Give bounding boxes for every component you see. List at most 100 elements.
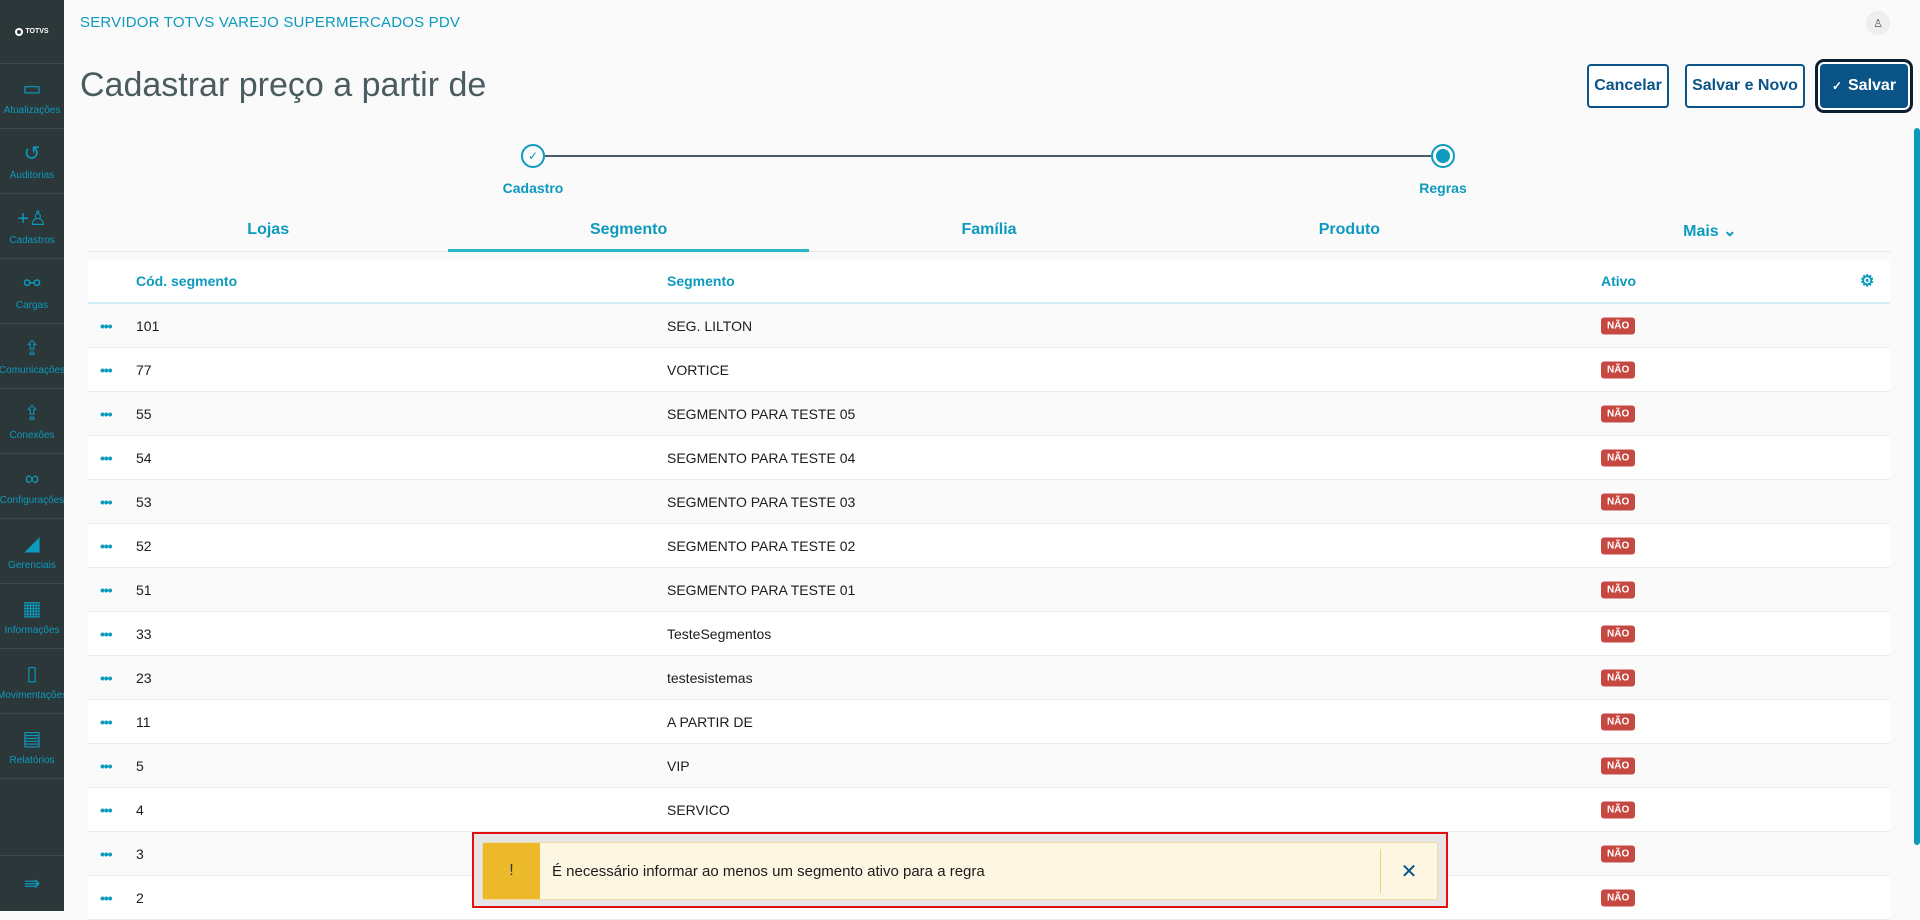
row-actions-more-icon[interactable]: ••• xyxy=(100,890,113,906)
status-badge: NÃO xyxy=(1601,757,1636,774)
sidebar-item-label: Gerenciais xyxy=(8,559,56,571)
cell-cod: 101 xyxy=(136,317,160,334)
table-row[interactable]: ••• 52 SEGMENTO PARA TESTE 02 NÃO xyxy=(88,524,1890,568)
check-icon: ✓ xyxy=(1831,79,1842,93)
cell-cod: 33 xyxy=(136,625,152,642)
sidebar-item[interactable]: ▭ Atualizações xyxy=(0,64,64,129)
cell-segmento: VORTICE xyxy=(667,361,729,378)
warning-toast: ! É necessário informar ao menos um segm… xyxy=(482,842,1438,900)
cell-cod: 5 xyxy=(136,757,144,774)
tab-familia[interactable]: Família xyxy=(809,208,1169,251)
tab-bar: Lojas Segmento Família Produto Mais ⌄ xyxy=(88,208,1890,252)
col-segmento[interactable]: Segmento xyxy=(667,273,735,289)
sidebar-item[interactable]: ∞ Configurações xyxy=(0,454,64,519)
stepper-line xyxy=(545,155,1431,157)
save-button[interactable]: ✓ Salvar xyxy=(1820,64,1908,108)
sidebar-item[interactable]: ⇪ Comunicações xyxy=(0,324,64,389)
cell-segmento: VIP xyxy=(667,757,690,774)
status-badge: NÃO xyxy=(1601,493,1636,510)
table-row[interactable]: ••• 51 SEGMENTO PARA TESTE 01 NÃO xyxy=(88,568,1890,612)
sidebar-item-label: Cadastros xyxy=(9,234,55,246)
step-done-check-icon[interactable]: ✓ xyxy=(521,144,545,168)
row-actions-more-icon[interactable]: ••• xyxy=(100,538,113,554)
cell-cod: 4 xyxy=(136,801,144,818)
tab-lojas[interactable]: Lojas xyxy=(88,208,448,251)
row-actions-more-icon[interactable]: ••• xyxy=(100,802,113,818)
table-row[interactable]: ••• 101 SEG. LILTON NÃO xyxy=(88,304,1890,348)
row-actions-more-icon[interactable]: ••• xyxy=(100,582,113,598)
cell-segmento: SEGMENTO PARA TESTE 05 xyxy=(667,405,856,422)
table-row[interactable]: ••• 4 SERVICO NÃO xyxy=(88,788,1890,832)
row-actions-more-icon[interactable]: ••• xyxy=(100,362,113,378)
close-icon[interactable]: ✕ xyxy=(1381,859,1437,884)
cell-segmento: SEGMENTO PARA TESTE 03 xyxy=(667,493,856,510)
row-actions-more-icon[interactable]: ••• xyxy=(100,494,113,510)
table-header: Cód. segmento Segmento Ativo ⚙ xyxy=(88,260,1890,304)
cell-segmento: SEGMENTO PARA TESTE 02 xyxy=(667,537,856,554)
tab-segmento[interactable]: Segmento xyxy=(448,208,810,252)
row-actions-more-icon[interactable]: ••• xyxy=(100,318,113,334)
step-cadastro[interactable]: Cadastro xyxy=(483,180,583,196)
sidebar: TOTVS ▭ Atualizações ↺ Auditorias +♙ Cadastro… xyxy=(0,0,64,911)
collapse-menu-icon[interactable]: ⇛ xyxy=(0,855,64,911)
sidebar-item[interactable]: +♙ Cadastros xyxy=(0,194,64,259)
sidebar-item[interactable]: ↺ Auditorias xyxy=(0,129,64,194)
tab-produto[interactable]: Produto xyxy=(1169,208,1529,251)
book-icon: ▯ xyxy=(26,662,38,685)
cell-cod: 23 xyxy=(136,669,152,686)
document-icon: ▤ xyxy=(22,727,42,750)
status-badge: NÃO xyxy=(1601,889,1636,906)
status-badge: NÃO xyxy=(1601,625,1636,642)
step-current-icon[interactable] xyxy=(1431,144,1455,168)
row-actions-more-icon[interactable]: ••• xyxy=(100,450,113,466)
sidebar-item[interactable]: ◢ Gerenciais xyxy=(0,519,64,584)
row-actions-more-icon[interactable]: ••• xyxy=(100,670,113,686)
save-and-new-button[interactable]: Salvar e Novo xyxy=(1685,64,1805,108)
table-row[interactable]: ••• 33 TesteSegmentos NÃO xyxy=(88,612,1890,656)
cell-segmento: SERVICO xyxy=(667,801,730,818)
warning-icon: ! xyxy=(483,843,540,899)
user-avatar[interactable]: ♙ xyxy=(1866,11,1890,35)
table-row[interactable]: ••• 54 SEGMENTO PARA TESTE 04 NÃO xyxy=(88,436,1890,480)
row-actions-more-icon[interactable]: ••• xyxy=(100,846,113,862)
gear-icon[interactable]: ⚙ xyxy=(1860,271,1874,291)
history-icon: ↺ xyxy=(23,142,41,165)
step-regras[interactable]: Regras xyxy=(1393,180,1493,196)
scrollbar[interactable] xyxy=(1914,128,1920,845)
chart-icon: ◢ xyxy=(24,532,40,555)
table-row[interactable]: ••• 53 SEGMENTO PARA TESTE 03 NÃO xyxy=(88,480,1890,524)
status-badge: NÃO xyxy=(1601,801,1636,818)
cell-cod: 77 xyxy=(136,361,152,378)
table-row[interactable]: ••• 77 VORTICE NÃO xyxy=(88,348,1890,392)
sidebar-item-label: Conexões xyxy=(9,429,55,441)
status-badge: NÃO xyxy=(1601,449,1636,466)
row-actions-more-icon[interactable]: ••• xyxy=(100,758,113,774)
upload-file-icon: ⇪ xyxy=(23,337,41,360)
sidebar-item[interactable]: ▤ Relatórios xyxy=(0,714,64,779)
sidebar-item[interactable]: ⚯ Cargas xyxy=(0,259,64,324)
sidebar-item[interactable]: ▦ Informações xyxy=(0,584,64,649)
link-icon: ∞ xyxy=(24,467,40,490)
cell-cod: 53 xyxy=(136,493,152,510)
status-badge: NÃO xyxy=(1601,845,1636,862)
building-icon: ▦ xyxy=(22,597,42,620)
sidebar-item-label: Auditorias xyxy=(9,169,55,181)
sidebar-item[interactable]: ▯ Movimentações xyxy=(0,649,64,714)
table-row[interactable]: ••• 23 testesistemas NÃO xyxy=(88,656,1890,700)
sidebar-item[interactable]: ⇪ Conexões xyxy=(0,389,64,454)
cell-cod: 55 xyxy=(136,405,152,422)
status-badge: NÃO xyxy=(1601,713,1636,730)
sidebar-item-label: Atualizações xyxy=(3,104,61,116)
cancel-button[interactable]: Cancelar xyxy=(1587,64,1669,108)
tab-mais[interactable]: Mais ⌄ xyxy=(1530,208,1890,251)
status-badge: NÃO xyxy=(1601,581,1636,598)
row-actions-more-icon[interactable]: ••• xyxy=(100,714,113,730)
table-row[interactable]: ••• 11 A PARTIR DE NÃO xyxy=(88,700,1890,744)
row-actions-more-icon[interactable]: ••• xyxy=(100,406,113,422)
col-ativo[interactable]: Ativo xyxy=(1601,273,1636,289)
table-row[interactable]: ••• 5 VIP NÃO xyxy=(88,744,1890,788)
cell-cod: 52 xyxy=(136,537,152,554)
col-cod[interactable]: Cód. segmento xyxy=(136,273,237,289)
row-actions-more-icon[interactable]: ••• xyxy=(100,626,113,642)
table-row[interactable]: ••• 55 SEGMENTO PARA TESTE 05 NÃO xyxy=(88,392,1890,436)
